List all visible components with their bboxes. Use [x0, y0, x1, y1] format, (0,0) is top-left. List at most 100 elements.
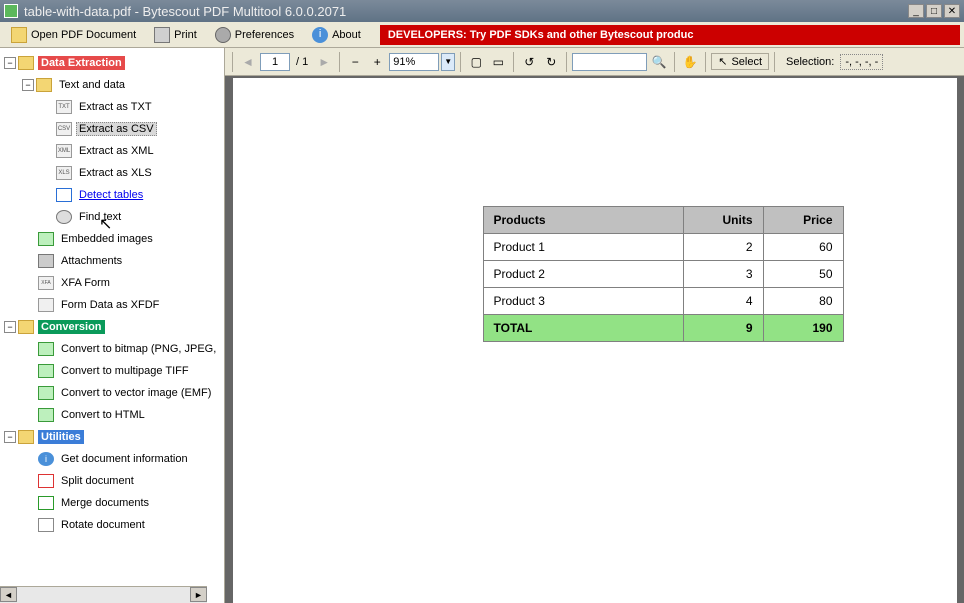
tree-label: Rotate document	[58, 518, 148, 532]
minimize-button[interactable]: _	[908, 4, 924, 18]
tree-label: Convert to vector image (EMF)	[58, 386, 214, 400]
table-row: Product 3 4 80	[483, 288, 843, 315]
tree-find-text[interactable]: Find text	[0, 206, 224, 228]
table-cell: 4	[683, 288, 763, 315]
split-icon	[38, 474, 54, 488]
preferences-label: Preferences	[235, 29, 294, 41]
main-toolbar: Open PDF Document Print Preferences i Ab…	[0, 22, 964, 48]
printer-icon	[154, 27, 170, 43]
scroll-right-button[interactable]: ►	[190, 587, 207, 602]
tree-conversion[interactable]: − Conversion	[0, 316, 224, 338]
scroll-left-button[interactable]: ◄	[0, 587, 17, 602]
xml-icon: XML	[56, 144, 72, 158]
collapse-icon[interactable]: −	[4, 321, 16, 333]
next-page-button[interactable]: ►	[314, 52, 334, 72]
tree-extract-xml[interactable]: XML Extract as XML	[0, 140, 224, 162]
tree-label: XFA Form	[58, 276, 113, 290]
rotate-right-button[interactable]: ↻	[541, 52, 561, 72]
bitmap-icon	[38, 342, 54, 356]
search-binoculars-button[interactable]: 🔍	[649, 52, 669, 72]
tree-split-document[interactable]: Split document	[0, 470, 224, 492]
tree-convert-bitmap[interactable]: Convert to bitmap (PNG, JPEG,	[0, 338, 224, 360]
collapse-icon[interactable]: −	[4, 431, 16, 443]
rotate-left-button[interactable]: ↺	[519, 52, 539, 72]
tree-get-info[interactable]: i Get document information	[0, 448, 224, 470]
tree-label: Form Data as XFDF	[58, 298, 162, 312]
fit-width-button[interactable]: ▭	[488, 52, 508, 72]
tree-utilities[interactable]: − Utilities	[0, 426, 224, 448]
tree-label: Find text	[76, 210, 124, 224]
tree-label: Split document	[58, 474, 137, 488]
merge-icon	[38, 496, 54, 510]
tree-xfa-form[interactable]: XFA XFA Form	[0, 272, 224, 294]
app-icon	[4, 4, 18, 18]
close-button[interactable]: ✕	[944, 4, 960, 18]
table-cell: 80	[763, 288, 843, 315]
table-cell: 60	[763, 234, 843, 261]
viewer-toolbar: ◄ / 1 ► − + 91% ▼ ▢ ▭ ↺ ↻ 🔍 ✋ ↖ Select	[225, 48, 964, 76]
tree-text-and-data[interactable]: − Text and data	[0, 74, 224, 96]
search-input[interactable]	[572, 53, 647, 71]
zoom-dropdown-button[interactable]: ▼	[441, 53, 455, 71]
fit-page-button[interactable]: ▢	[466, 52, 486, 72]
table-cell: 50	[763, 261, 843, 288]
hand-tool-button[interactable]: ✋	[680, 52, 700, 72]
tree-attachments[interactable]: Attachments	[0, 250, 224, 272]
tree-label: Extract as XML	[76, 144, 157, 158]
tree-label: Attachments	[58, 254, 125, 268]
tree-embedded-images[interactable]: Embedded images	[0, 228, 224, 250]
tree-label: Convert to bitmap (PNG, JPEG,	[58, 342, 219, 356]
open-pdf-label: Open PDF Document	[31, 29, 136, 41]
zoom-out-button[interactable]: −	[345, 52, 365, 72]
select-tool-button[interactable]: ↖ Select	[711, 53, 769, 70]
developer-banner[interactable]: DEVELOPERS: Try PDF SDKs and other Bytes…	[380, 25, 960, 45]
tree-extract-txt[interactable]: TXT Extract as TXT	[0, 96, 224, 118]
csv-icon: CSV	[56, 122, 72, 136]
collapse-icon[interactable]: −	[4, 57, 16, 69]
tree-form-data-xfdf[interactable]: Form Data as XFDF	[0, 294, 224, 316]
tree-extract-xls[interactable]: XLS Extract as XLS	[0, 162, 224, 184]
preferences-button[interactable]: Preferences	[208, 24, 301, 46]
tree-data-extraction[interactable]: − Data Extraction	[0, 52, 224, 74]
folder-open-icon	[11, 27, 27, 43]
txt-icon: TXT	[56, 100, 72, 114]
emf-icon	[38, 386, 54, 400]
binoculars-icon	[56, 210, 72, 224]
tree-convert-html[interactable]: Convert to HTML	[0, 404, 224, 426]
table-header-price: Price	[763, 207, 843, 234]
tree-label: Get document information	[58, 452, 191, 466]
sidebar-tree[interactable]: − Data Extraction − Text and data TXT Ex…	[0, 48, 225, 603]
page-number-input[interactable]	[260, 53, 290, 71]
tree-extract-csv[interactable]: CSV Extract as CSV	[0, 118, 224, 140]
tree-detect-tables[interactable]: Detect tables	[0, 184, 224, 206]
tree-convert-tiff[interactable]: Convert to multipage TIFF	[0, 360, 224, 382]
table-row: Product 2 3 50	[483, 261, 843, 288]
window-titlebar: table-with-data.pdf - Bytescout PDF Mult…	[0, 0, 964, 22]
tree-label: Conversion	[38, 320, 105, 334]
pdf-data-table: Products Units Price Product 1 2 60 Prod…	[483, 206, 844, 342]
zoom-in-button[interactable]: +	[367, 52, 387, 72]
collapse-icon[interactable]: −	[22, 79, 34, 91]
prev-page-button[interactable]: ◄	[238, 52, 258, 72]
table-cell: Product 3	[483, 288, 683, 315]
tree-label: Extract as XLS	[76, 166, 155, 180]
document-viewer[interactable]: Products Units Price Product 1 2 60 Prod…	[225, 76, 964, 603]
tree-convert-emf[interactable]: Convert to vector image (EMF)	[0, 382, 224, 404]
sidebar-hscroll[interactable]: ◄ ►	[0, 586, 207, 603]
open-pdf-button[interactable]: Open PDF Document	[4, 24, 143, 46]
maximize-button[interactable]: □	[926, 4, 942, 18]
zoom-level-display[interactable]: 91%	[389, 53, 439, 71]
folder-icon	[18, 320, 34, 334]
about-button[interactable]: i About	[305, 24, 368, 46]
folder-icon	[18, 430, 34, 444]
table-total-row: TOTAL 9 190	[483, 315, 843, 342]
table-detect-icon	[56, 188, 72, 202]
table-cell: 2	[683, 234, 763, 261]
xfa-icon: XFA	[38, 276, 54, 290]
tree-label: Convert to multipage TIFF	[58, 364, 192, 378]
print-button[interactable]: Print	[147, 24, 204, 46]
tree-rotate-document[interactable]: Rotate document	[0, 514, 224, 536]
print-label: Print	[174, 29, 197, 41]
selection-label: Selection:	[786, 56, 834, 68]
tree-merge-documents[interactable]: Merge documents	[0, 492, 224, 514]
